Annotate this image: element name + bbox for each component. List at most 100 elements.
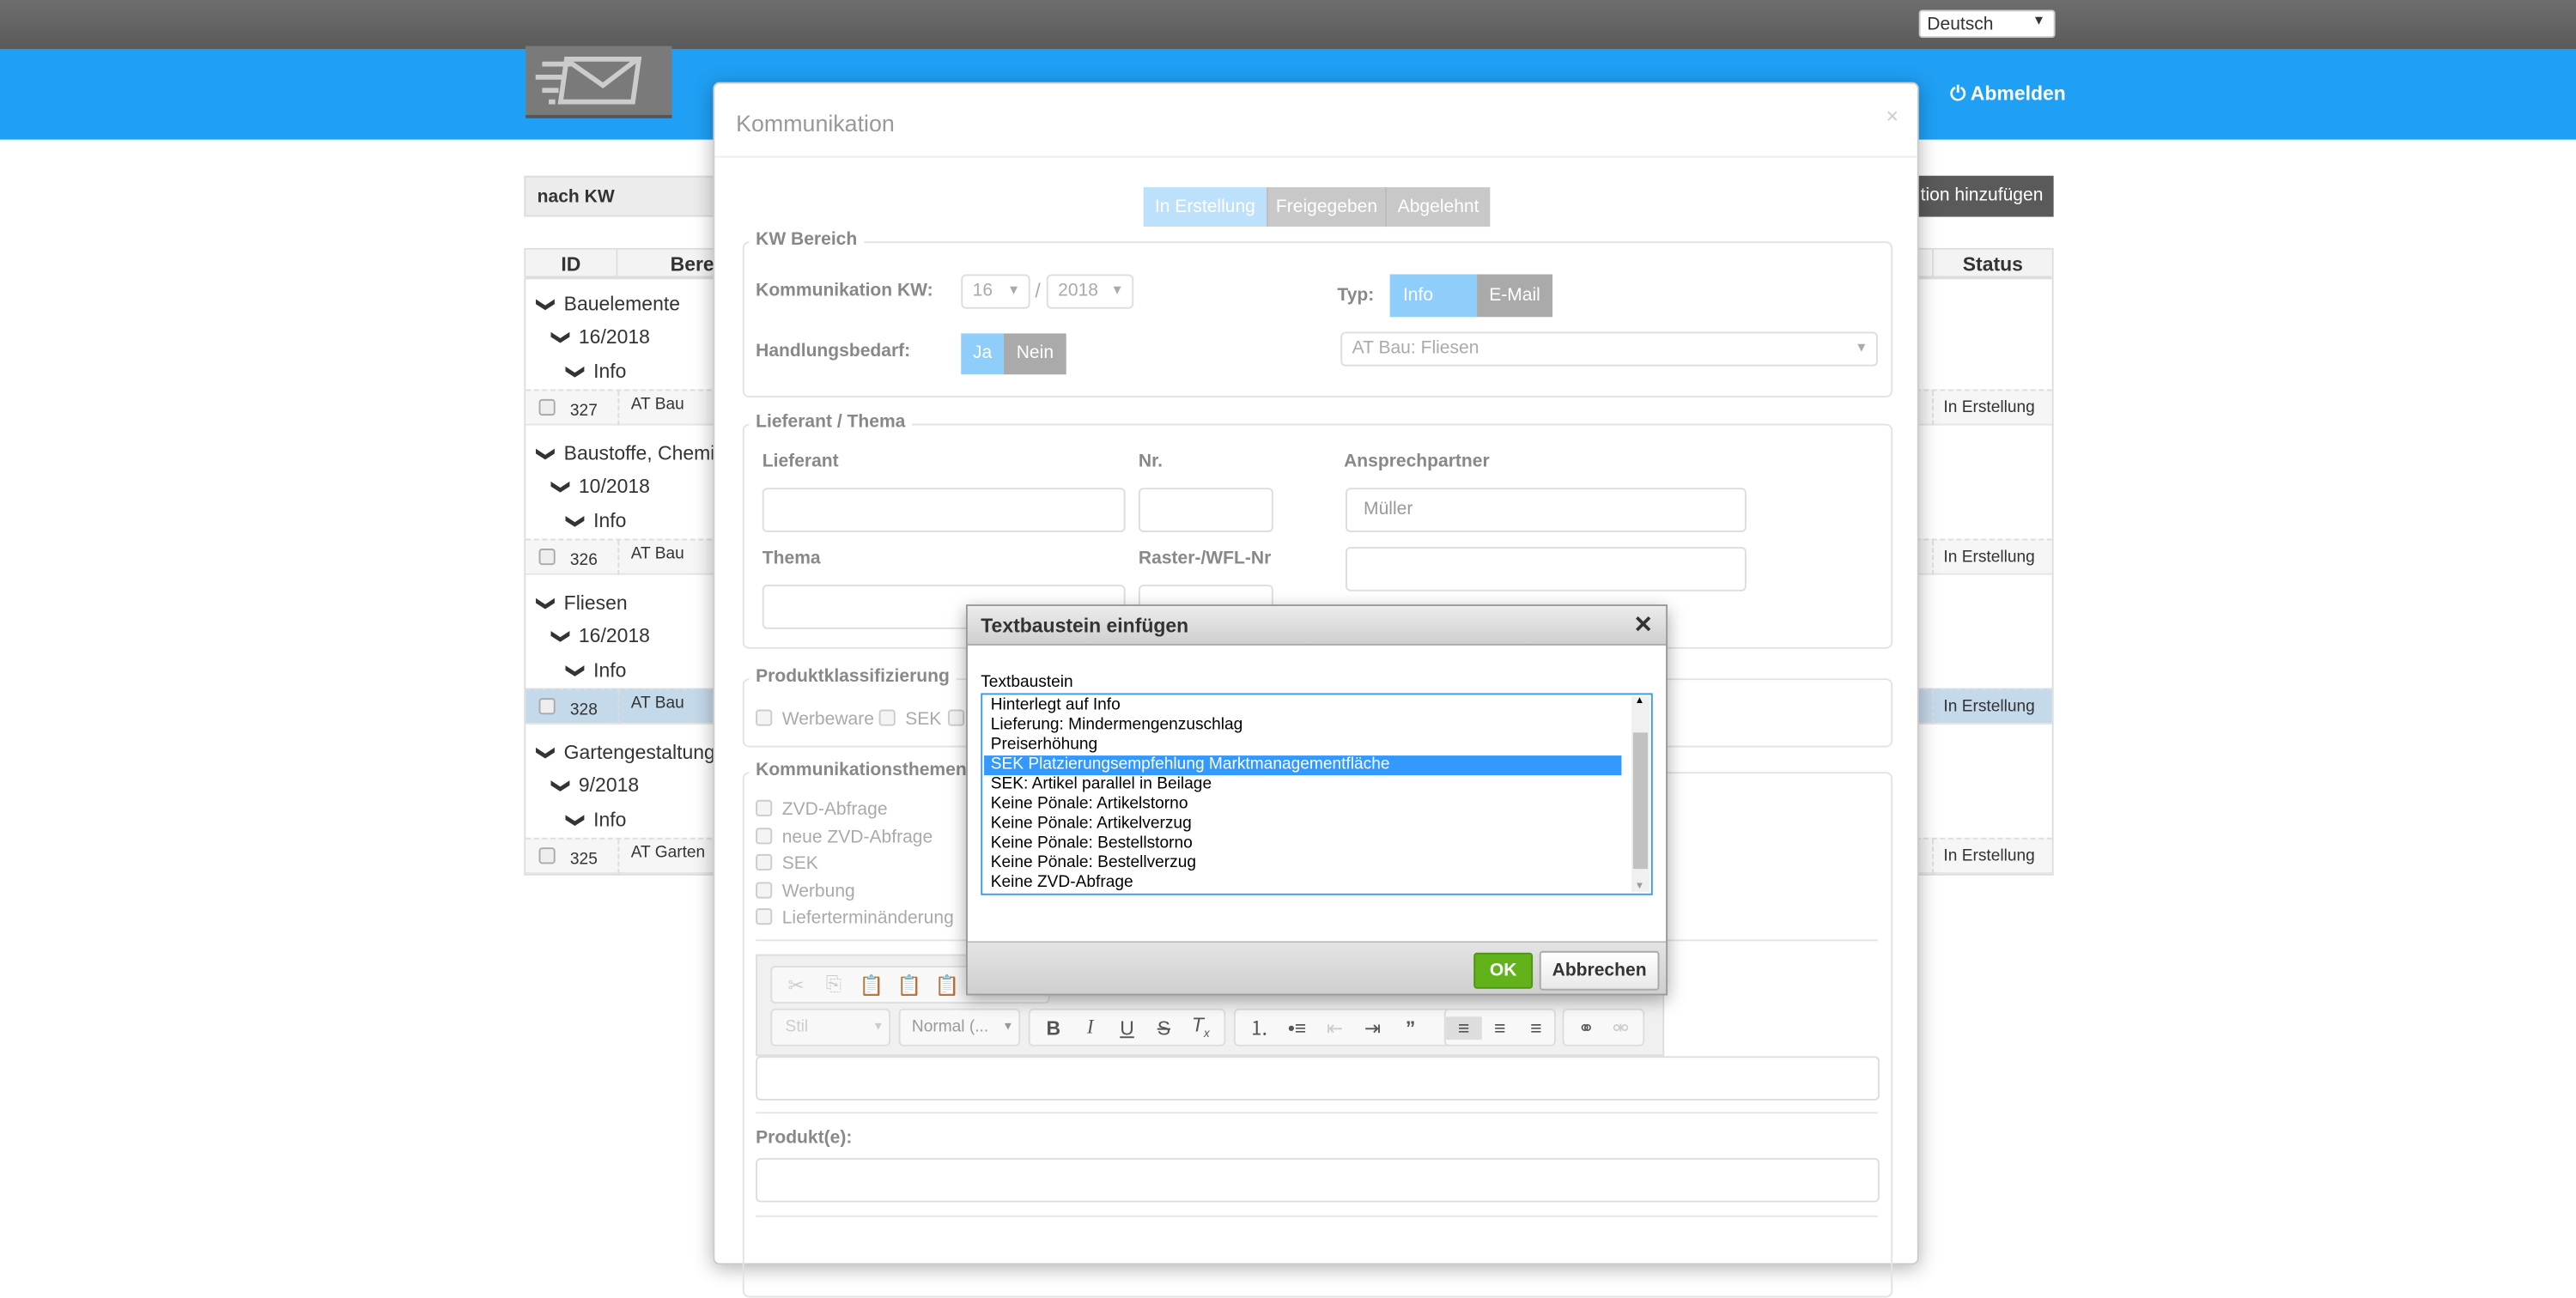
- row-checkbox[interactable]: [538, 847, 556, 864]
- group-typ[interactable]: ❯ Info: [565, 808, 627, 832]
- list-option[interactable]: SEK: Artikel parallel in Beilage: [984, 775, 1621, 795]
- bereich-select[interactable]: AT Bau: Fliesen ▼: [1340, 331, 1878, 367]
- group-kw[interactable]: ❯ 16/2018: [550, 624, 650, 647]
- group-bereich[interactable]: ❯ Gartengestaltung: [536, 741, 715, 764]
- checkbox-thema[interactable]: Werbung: [756, 881, 855, 901]
- group-label: 16/2018: [578, 324, 650, 349]
- italic-icon[interactable]: I: [1072, 1015, 1109, 1040]
- checkbox-thema[interactable]: ZVD-Abfrage: [756, 799, 888, 820]
- handlung-ja-button[interactable]: Ja: [961, 333, 1005, 375]
- list-option[interactable]: Keine ZVD-Abfrage: [984, 874, 1621, 894]
- outdent-icon[interactable]: ⇤: [1316, 1016, 1354, 1039]
- row-checkbox[interactable]: [538, 549, 556, 566]
- strike-icon[interactable]: S: [1145, 1016, 1182, 1039]
- group-typ[interactable]: ❯ Info: [565, 509, 626, 532]
- nr-input[interactable]: [1138, 488, 1273, 532]
- list-option[interactable]: SEK Platzierungsempfehlung Marktmanageme…: [984, 755, 1622, 776]
- tab-freigegeben[interactable]: Freigegeben: [1267, 187, 1385, 227]
- col-status[interactable]: Status: [1932, 249, 2052, 280]
- cut-icon[interactable]: ✂: [777, 974, 815, 997]
- checkbox-sek[interactable]: SEK: [878, 709, 975, 730]
- checkbox-box[interactable]: [756, 709, 773, 726]
- group-kw[interactable]: ❯ 9/2018: [550, 773, 639, 797]
- checkbox-thema[interactable]: SEK: [756, 853, 818, 874]
- checkbox-box[interactable]: [756, 799, 773, 816]
- align-left-icon[interactable]: ≡: [1445, 1016, 1482, 1040]
- group-bereich[interactable]: ❯ Bauelemente: [536, 293, 680, 316]
- lieferant-input[interactable]: [762, 488, 1126, 532]
- format-select[interactable]: Normal (... ▼: [898, 1008, 1021, 1046]
- extra-input[interactable]: [1345, 547, 1747, 591]
- link-icon[interactable]: ⚭: [1569, 1016, 1603, 1039]
- cancel-button[interactable]: Abbrechen: [1539, 950, 1660, 991]
- underline-icon[interactable]: U: [1109, 1016, 1145, 1039]
- blockquote-icon[interactable]: ”: [1392, 1016, 1430, 1039]
- divider: [617, 689, 620, 725]
- year-select[interactable]: 2018 ▼: [1046, 274, 1134, 309]
- checkbox-box[interactable]: [756, 908, 773, 925]
- list-option[interactable]: Keine Pönale: Bestellstorno: [984, 834, 1621, 854]
- list-option[interactable]: Hinterlegt auf Info: [984, 696, 1621, 716]
- paste-text-icon[interactable]: 📋: [890, 974, 928, 997]
- unlink-icon[interactable]: ⚮: [1603, 1016, 1637, 1039]
- list-option[interactable]: Keine Pönale: Artikelstorno: [984, 795, 1621, 815]
- list-option[interactable]: Lieferung: Mindermengenzuschlag: [984, 716, 1621, 736]
- scroll-down-icon[interactable]: ▼: [1635, 882, 1644, 891]
- handlung-nein-button[interactable]: Nein: [1004, 333, 1066, 375]
- style-select[interactable]: Stil ▼: [770, 1008, 891, 1046]
- list-option[interactable]: Keine Pönale: Bestellverzug: [984, 854, 1621, 874]
- close-icon[interactable]: ✕: [1633, 611, 1652, 640]
- scrollbar-thumb[interactable]: [1632, 732, 1649, 870]
- paste-icon[interactable]: 📋: [853, 974, 890, 997]
- group-label: Info: [593, 808, 627, 832]
- checkbox-box[interactable]: [878, 709, 896, 726]
- group-typ[interactable]: ❯ Info: [565, 360, 626, 383]
- checkbox-werbeware[interactable]: Werbeware: [756, 709, 874, 730]
- row-checkbox[interactable]: [538, 698, 556, 715]
- tab-abgelehnt[interactable]: Abgelehnt: [1384, 187, 1491, 227]
- remove-format-icon[interactable]: Tx: [1182, 1014, 1219, 1040]
- bold-icon[interactable]: B: [1035, 1016, 1072, 1039]
- group-kw[interactable]: ❯ 10/2018: [550, 475, 650, 498]
- chevron-down-icon: ❯: [550, 628, 571, 645]
- checkbox-thema[interactable]: Lieferterminänderung: [756, 908, 954, 928]
- scroll-up-icon[interactable]: ▲: [1635, 696, 1644, 706]
- scrollbar[interactable]: ▲ ▼: [1631, 696, 1649, 892]
- envelope-logo[interactable]: [526, 45, 672, 118]
- col-id[interactable]: ID: [526, 249, 618, 280]
- numbered-list-icon[interactable]: ⒈: [1241, 1014, 1279, 1042]
- indent-icon[interactable]: ⇥: [1354, 1016, 1392, 1039]
- group-bereich[interactable]: ❯ Fliesen: [536, 591, 628, 615]
- checkbox-box[interactable]: [756, 853, 773, 871]
- list-option[interactable]: Keine Pönale: Artikelverzug: [984, 815, 1621, 834]
- checkbox-box[interactable]: [756, 881, 773, 898]
- ansprechpartner-input[interactable]: Müller: [1345, 488, 1747, 532]
- logout-button[interactable]: ⏻ Abmelden: [1950, 82, 2066, 107]
- group-bereich[interactable]: ❯ Baustoffe, Chemie: [536, 442, 726, 465]
- row-checkbox[interactable]: [538, 398, 556, 416]
- bullet-list-icon[interactable]: •≡: [1279, 1016, 1316, 1039]
- dialog-title: Textbaustein einfügen: [981, 614, 1189, 638]
- group-typ[interactable]: ❯ Info: [565, 658, 626, 682]
- textbaustein-listbox[interactable]: ▲ ▼ Hinterlegt auf Info Lieferung: Minder…: [981, 693, 1653, 895]
- close-icon[interactable]: ×: [1886, 104, 1899, 129]
- copy-icon[interactable]: ⎘: [815, 973, 853, 998]
- week-select[interactable]: 16 ▼: [961, 274, 1030, 309]
- list-option[interactable]: Preiserhöhung: [984, 736, 1621, 755]
- align-right-icon[interactable]: ≡: [1518, 1016, 1554, 1039]
- typ-email-button[interactable]: E-Mail: [1477, 274, 1553, 318]
- paste-word-icon[interactable]: 📋: [928, 974, 966, 997]
- language-select[interactable]: Deutsch ▼: [1918, 9, 2056, 39]
- align-center-icon[interactable]: ≡: [1482, 1016, 1518, 1039]
- checkbox-box[interactable]: [948, 709, 965, 726]
- tab-in-erstellung[interactable]: In Erstellung: [1143, 187, 1267, 227]
- checkbox-box[interactable]: [756, 827, 773, 844]
- checkbox-thema[interactable]: neue ZVD-Abfrage: [756, 827, 933, 846]
- add-communication-button[interactable]: tion hinzufügen: [1897, 175, 2054, 217]
- typ-info-button[interactable]: Info: [1389, 274, 1478, 318]
- produkte-input[interactable]: [756, 1157, 1880, 1203]
- group-kw[interactable]: ❯ 16/2018: [550, 324, 650, 349]
- ok-button[interactable]: OK: [1473, 952, 1534, 989]
- editor-content[interactable]: [756, 1056, 1880, 1101]
- filter-select[interactable]: nach KW: [524, 175, 725, 217]
